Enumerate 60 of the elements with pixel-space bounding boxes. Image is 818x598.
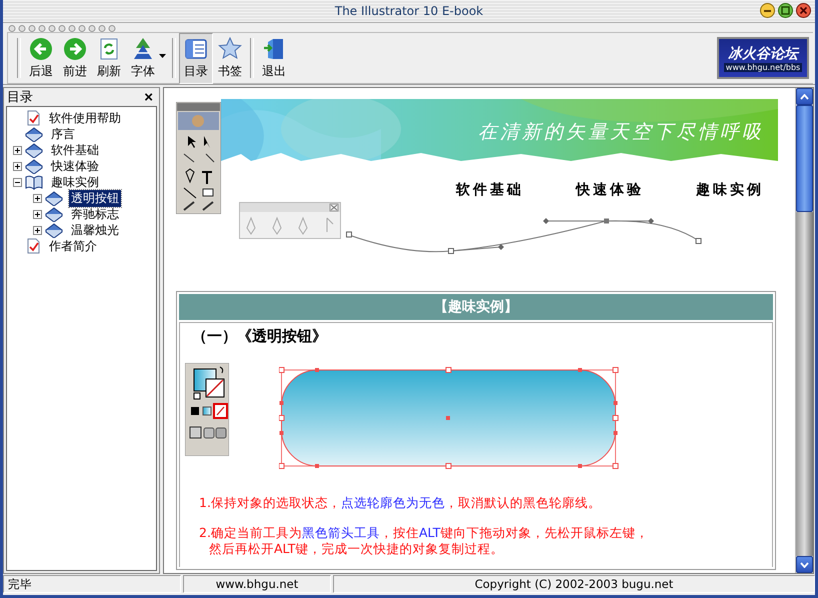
scroll-thumb[interactable]: [796, 105, 813, 212]
scrollbar[interactable]: [795, 88, 813, 573]
status-text: 完毕: [3, 575, 181, 593]
expand-toggle[interactable]: [33, 226, 42, 234]
tree-item[interactable]: 软件基础: [49, 142, 101, 158]
toolbar-button[interactable]: 退出: [257, 32, 291, 84]
maximize-button[interactable]: [778, 3, 793, 18]
list-panel-icon: [184, 36, 208, 60]
panel-title: 目录: [7, 89, 33, 106]
scroll-up-button[interactable]: [796, 88, 813, 105]
banner-slogan: 在清新的矢量天空下尽情呼吸: [478, 120, 764, 145]
toolbar-button[interactable]: 后退: [24, 32, 58, 84]
toolbar-button[interactable]: 字体: [126, 32, 169, 84]
toolbar-button[interactable]: 书签: [213, 32, 247, 84]
lesson-heading: （一）《透明按钮》: [191, 327, 328, 346]
open-book-icon: [25, 174, 43, 190]
window-title: The Illustrator 10 E-book: [334, 4, 484, 18]
expand-toggle[interactable]: [33, 210, 42, 218]
grip-icon: [7, 25, 117, 32]
tree-item[interactable]: 趣味实例: [49, 174, 101, 190]
step-text: 2.确定当前工具为黑色箭头工具，按住ALT键向下拖动对象，先松开鼠标左键， 然后再松开ALT键，完成一次快捷的对象复制过程。: [199, 525, 650, 557]
logo-banner[interactable]: 冰火谷论坛 www.bhgu.net/bbs: [717, 37, 809, 79]
section-title: 【趣味实例】: [179, 294, 773, 320]
expand-toggle[interactable]: [13, 178, 22, 186]
scroll-down-button[interactable]: [796, 556, 813, 573]
nav-link[interactable]: 软件基础: [456, 181, 524, 199]
close-button[interactable]: [796, 3, 811, 18]
toolbar-button[interactable]: 前进: [58, 32, 92, 84]
book-icon: [25, 158, 43, 174]
status-text: Copyright (C) 2002-2003 bugu.net: [333, 575, 815, 593]
expand-toggle[interactable]: [13, 146, 22, 154]
tree-item[interactable]: 序言: [49, 126, 77, 142]
tree-item[interactable]: 作者简介: [47, 238, 99, 254]
book-icon: [45, 222, 63, 238]
nav-link[interactable]: 快速体验: [576, 181, 644, 199]
expand-toggle[interactable]: [33, 194, 42, 202]
book-icon: [25, 142, 43, 158]
book-icon: [45, 190, 63, 206]
toolbar-button[interactable]: 目录: [179, 32, 213, 84]
document-icon: [25, 238, 41, 254]
minimize-button[interactable]: [760, 3, 775, 18]
tree-item[interactable]: 软件使用帮助: [47, 110, 123, 126]
nav-link[interactable]: 趣味实例: [696, 181, 764, 199]
tree-item[interactable]: 奔驰标志: [69, 206, 121, 222]
logo-url: www.bhgu.net/bbs: [724, 62, 802, 72]
book-icon: [25, 126, 43, 142]
step-text: 1.保持对象的选取状态，点选轮廓色为无色，取消默认的黑色轮廓线。: [199, 495, 602, 511]
document-icon: [25, 110, 41, 126]
status-text: www.bhgu.net: [183, 575, 331, 593]
tree-item[interactable]: 快速体验: [49, 158, 101, 174]
triangle-stack-icon: [131, 36, 155, 60]
logo-text: 冰火谷论坛: [728, 44, 798, 62]
door-icon: [262, 36, 286, 60]
book-icon: [45, 206, 63, 222]
expand-toggle[interactable]: [13, 162, 22, 170]
toolbar-button[interactable]: 刷新: [92, 32, 126, 84]
star-icon: [218, 36, 242, 60]
tree-item[interactable]: 透明按钮: [69, 190, 121, 206]
tree-item[interactable]: 温馨烛光: [69, 222, 121, 238]
close-button[interactable]: ×: [144, 90, 153, 104]
